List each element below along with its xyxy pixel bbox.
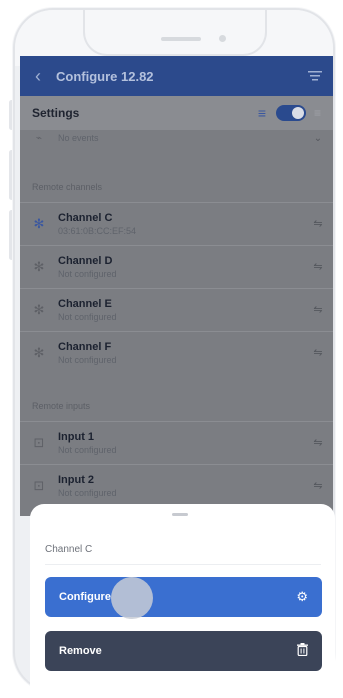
settings-header: Settings ≡ ≡ <box>20 96 333 130</box>
gear-icon: ⚙ <box>296 589 308 604</box>
channel-settings-icon[interactable]: ⇋ <box>303 346 333 359</box>
input-row[interactable]: ⊡ Input 1 Not configured ⇋ <box>20 421 333 463</box>
speaker-icon <box>161 37 201 41</box>
app-bar-title: Configure 12.82 <box>56 68 154 84</box>
camera-icon <box>219 35 226 42</box>
channel-name: Channel D <box>58 254 113 267</box>
sheet-title: Channel C <box>45 544 93 555</box>
list-view-icon[interactable]: ≡ <box>258 105 266 121</box>
channel-row[interactable]: ✻ Channel F Not configured ⇋ <box>20 331 333 373</box>
settings-label: Settings <box>32 106 80 120</box>
channel-settings-icon[interactable]: ⇋ <box>303 303 333 316</box>
notch <box>83 10 267 56</box>
app-bar: ‹ Configure 12.82 <box>20 56 333 96</box>
channel-icon: ✻ <box>33 258 45 274</box>
back-chevron-icon[interactable]: ‹ <box>20 66 56 87</box>
events-text: No events <box>58 133 99 143</box>
remote-inputs-heading: Remote inputs <box>32 401 91 411</box>
remote-channels-heading: Remote channels <box>32 182 103 192</box>
menu-icon[interactable]: ≡ <box>314 106 321 120</box>
input-icon: ⊡ <box>33 434 45 450</box>
channel-name: Channel C <box>58 211 113 224</box>
bottom-sheet: Channel C Configure ⚙ Remove <box>30 504 335 696</box>
events-icon: ⌁ <box>35 132 43 144</box>
remove-label: Remove <box>59 645 102 657</box>
sheet-grab-handle[interactable] <box>172 513 188 516</box>
input-name: Input 2 <box>58 473 95 486</box>
channel-name: Channel E <box>58 297 112 310</box>
input-row[interactable]: ⊡ Input 2 Not configured ⇋ <box>20 464 333 506</box>
channel-row[interactable]: ✻ Channel D Not configured ⇋ <box>20 245 333 287</box>
channel-status: Not configured <box>58 311 117 322</box>
events-row: ⌁ No events ⌄ <box>20 130 333 146</box>
remove-button[interactable]: Remove <box>45 631 322 671</box>
channel-status: 03:61:0B:CC:EF:54 <box>58 225 137 236</box>
channel-icon: ✻ <box>33 215 45 231</box>
configure-label: Configure <box>59 591 111 603</box>
filter-menu-icon[interactable] <box>297 70 333 82</box>
channel-name: Channel F <box>58 340 112 353</box>
input-settings-icon[interactable]: ⇋ <box>303 479 333 492</box>
channel-row[interactable]: ✻ Channel C 03:61:0B:CC:EF:54 ⇋ <box>20 202 333 244</box>
channel-settings-icon[interactable]: ⇋ <box>303 217 333 230</box>
content-area: Settings ≡ ≡ ⌁ No events ⌄ Remote channe… <box>20 96 333 516</box>
input-status: Not configured <box>58 444 117 455</box>
channel-status: Not configured <box>58 354 117 365</box>
channel-icon: ✻ <box>33 301 45 317</box>
input-status: Not configured <box>58 487 117 498</box>
trash-icon <box>297 643 308 659</box>
channel-status: Not configured <box>58 268 117 279</box>
channel-row[interactable]: ✻ Channel E Not configured ⇋ <box>20 288 333 330</box>
input-settings-icon[interactable]: ⇋ <box>303 436 333 449</box>
configure-button[interactable]: Configure ⚙ <box>45 577 322 619</box>
input-icon: ⊡ <box>33 477 45 493</box>
channel-icon: ✻ <box>33 344 45 360</box>
settings-toggle[interactable] <box>275 105 306 121</box>
sheet-divider <box>45 564 321 565</box>
input-name: Input 1 <box>58 430 95 443</box>
events-chevron-icon[interactable]: ⌄ <box>303 133 333 144</box>
channel-settings-icon[interactable]: ⇋ <box>303 260 333 273</box>
